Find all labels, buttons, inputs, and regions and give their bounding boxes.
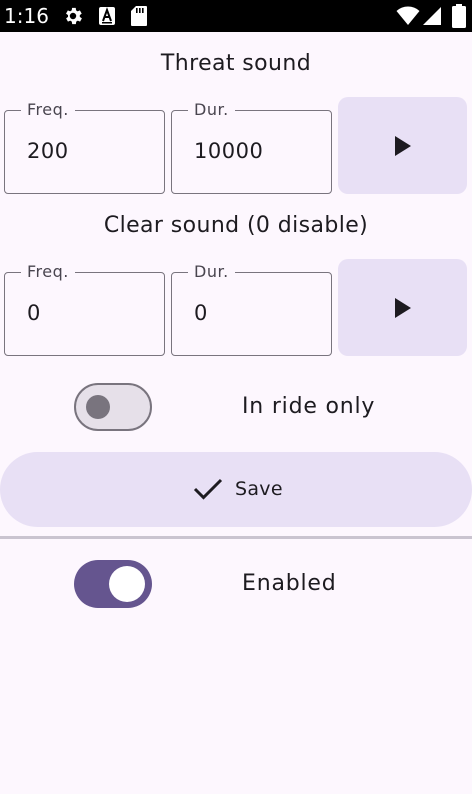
sd-card-icon [130,5,148,31]
clear-frequency-field[interactable]: Freq. 0 [4,262,165,356]
a-badge-icon [98,6,116,30]
threat-duration-field[interactable]: Dur. 10000 [171,100,332,194]
status-time: 1:16 [4,4,49,28]
threat-frequency-label: Freq. [21,100,75,120]
battery-icon [452,4,466,32]
signal-icon [422,6,442,30]
threat-play-button[interactable] [338,97,467,194]
save-button[interactable]: Save [0,452,472,527]
switch-thumb [109,566,145,602]
threat-frequency-field[interactable]: Freq. 200 [4,100,165,194]
enabled-label: Enabled [242,571,337,596]
threat-duration-value[interactable]: 10000 [194,137,263,165]
clear-duration-field[interactable]: Dur. 0 [171,262,332,356]
gear-icon [62,5,84,31]
wifi-icon [396,6,420,30]
play-icon [395,136,411,156]
threat-sound-title: Threat sound [160,51,312,76]
clear-duration-label: Dur. [188,262,235,282]
in-ride-only-label: In ride only [242,394,376,419]
enabled-switch[interactable] [74,560,152,608]
status-bar: 1:16 [0,0,472,32]
threat-duration-label: Dur. [188,100,235,120]
in-ride-only-switch[interactable] [74,383,152,431]
divider [0,536,472,539]
clear-duration-value[interactable]: 0 [194,299,208,327]
threat-frequency-value[interactable]: 200 [27,137,69,165]
switch-thumb [86,395,110,419]
clear-frequency-value[interactable]: 0 [27,299,41,327]
clear-sound-title: Clear sound (0 disable) [103,213,369,238]
save-label: Save [235,478,283,500]
play-icon [395,298,411,318]
clear-frequency-label: Freq. [21,262,75,282]
check-icon [193,478,223,500]
clear-play-button[interactable] [338,259,467,356]
